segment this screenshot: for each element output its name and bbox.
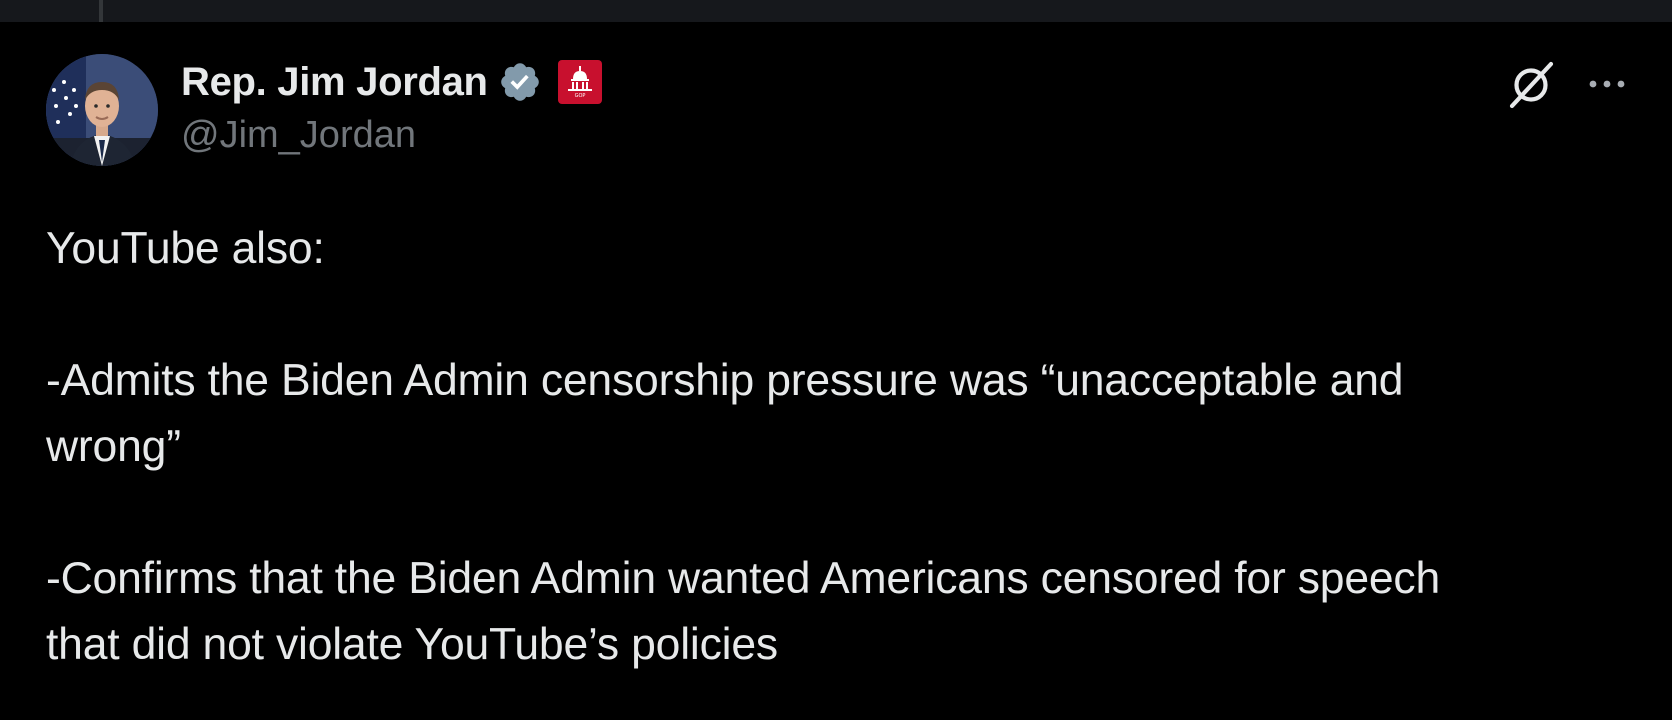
tweet-text-point-2: -Confirms that the Biden Admin wanted Am… [46, 554, 1441, 669]
capitol-dome-icon[interactable]: GOP [557, 60, 602, 104]
previous-tweet-strip [0, 0, 1672, 22]
more-options-button[interactable] [1584, 64, 1630, 104]
verified-check-icon[interactable] [498, 60, 542, 104]
more-horizontal-icon [1589, 80, 1625, 88]
tweet-text: YouTube also: -Admits the Biden Admin cen… [46, 216, 1636, 678]
author-name-row: Rep. Jim Jordan GOP [181, 58, 602, 106]
author-display-name[interactable]: Rep. Jim Jordan [181, 60, 488, 105]
tweet-text-intro: YouTube also: [46, 224, 325, 273]
author-handle[interactable]: @Jim_Jordan [181, 114, 416, 157]
svg-text:GOP: GOP [574, 93, 585, 99]
avatar-portrait-icon [46, 54, 158, 166]
grok-button[interactable] [1502, 56, 1560, 114]
grok-icon [1509, 61, 1554, 109]
avatar[interactable] [46, 54, 158, 166]
tweet-text-point-1: -Admits the Biden Admin censorship press… [46, 356, 1404, 471]
